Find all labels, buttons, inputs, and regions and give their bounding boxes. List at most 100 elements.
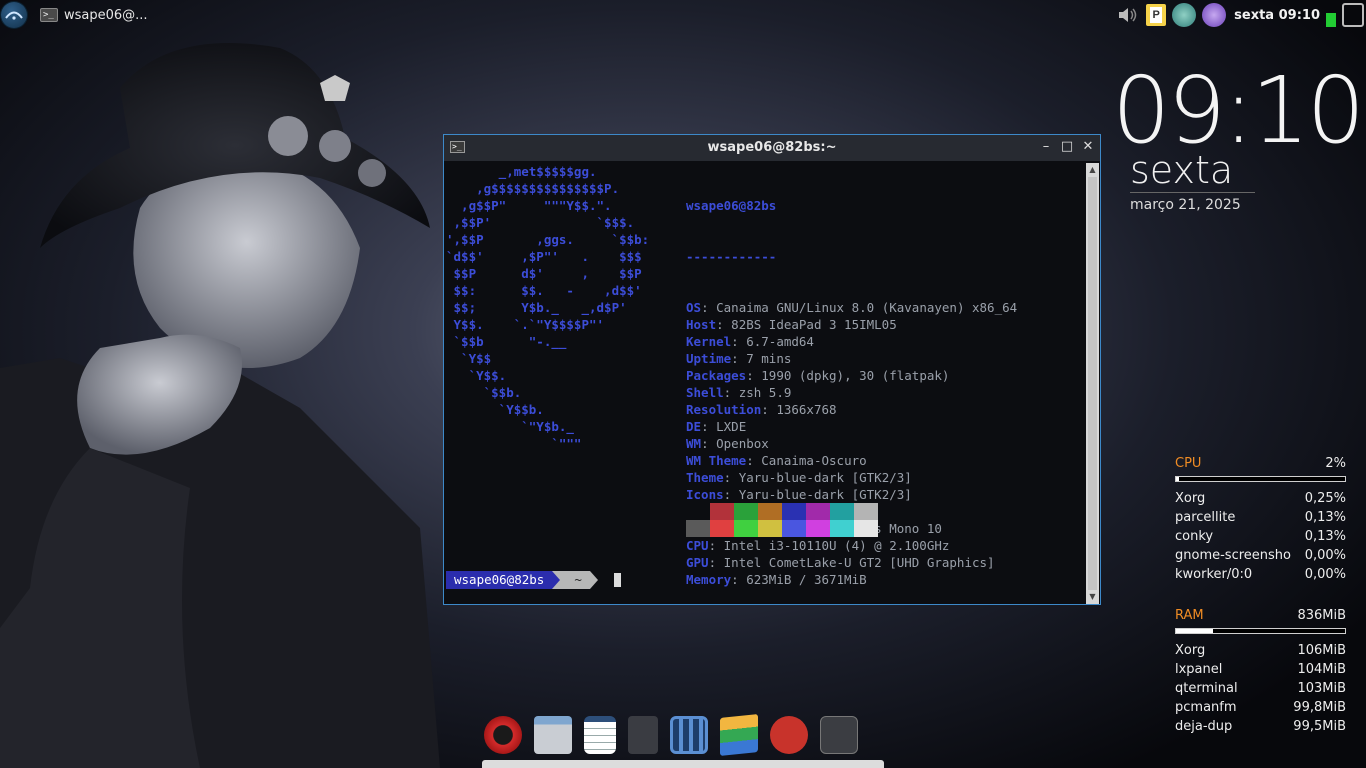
- color-swatch: [686, 503, 710, 520]
- file-manager-icon[interactable]: [534, 716, 572, 754]
- info-row: Packages: 1990 (dpkg), 30 (flatpak): [686, 368, 950, 383]
- logo-line: `Y$$b.: [446, 402, 544, 417]
- process-value: 106MiB: [1297, 643, 1346, 658]
- process-row: kworker/0:0 0,00%: [1175, 565, 1346, 584]
- prompt-dir: ~: [560, 571, 590, 589]
- color-swatch: [830, 520, 854, 537]
- wallpaper-figure: [0, 43, 440, 768]
- distro-logo-ascii: _,met$$$$$gg. ,g$$$$$$$$$$$$$$$P. ,g$$P"…: [446, 163, 649, 452]
- logo-line: ',$$P ,ggs. `$$b:: [446, 232, 650, 247]
- system-tray: P sexta 09:10: [1116, 0, 1366, 30]
- info-value: LXDE: [716, 419, 747, 434]
- info-row: WM: Openbox: [686, 436, 769, 451]
- show-desktop-button[interactable]: [1342, 3, 1364, 27]
- screenshot-icon[interactable]: [628, 716, 658, 754]
- desktop-clock-date: março 21, 2025: [1130, 197, 1241, 213]
- dock-shelf: [482, 760, 884, 768]
- close-button[interactable]: ✕: [1079, 138, 1097, 156]
- terminal-window[interactable]: >_ wsape06@82bs:~ – □ ✕ _,met$$$$$gg. ,g…: [443, 134, 1101, 605]
- clipboard-icon[interactable]: P: [1146, 4, 1167, 26]
- info-value: Yaru-blue-dark [GTK2/3]: [738, 487, 912, 502]
- info-key: GPU: [686, 555, 709, 570]
- info-key: Packages: [686, 368, 747, 383]
- process-value: 0,25%: [1304, 491, 1346, 506]
- info-row: Uptime: 7 mins: [686, 351, 792, 366]
- logo-line: `d$$' ,$P"' . $$$: [446, 249, 642, 264]
- process-name: kworker/0:0: [1175, 567, 1253, 582]
- scroll-down-icon[interactable]: ▼: [1086, 590, 1099, 604]
- color-swatch: [758, 520, 782, 537]
- logo-line: $$; Y$b._ _,d$P': [446, 300, 627, 315]
- calculator-icon[interactable]: [670, 716, 708, 754]
- info-row: WM Theme: Canaima-Oscuro: [686, 453, 867, 468]
- info-row: Shell: zsh 5.9: [686, 385, 792, 400]
- info-row: Icons: Yaru-blue-dark [GTK2/3]: [686, 487, 912, 502]
- process-name: deja-dup: [1175, 719, 1233, 734]
- process-value: 0,13%: [1304, 529, 1346, 544]
- info-row: Kernel: 6.7-amd64: [686, 334, 814, 349]
- process-name: Xorg: [1175, 643, 1206, 658]
- terminal-icon: >_: [40, 8, 58, 22]
- minimize-button[interactable]: –: [1037, 138, 1055, 156]
- process-value: 0,00%: [1304, 567, 1346, 582]
- settings-icon[interactable]: [1202, 3, 1227, 27]
- battery-indicator[interactable]: [1326, 13, 1336, 27]
- cpu-bar-fill: [1176, 477, 1180, 481]
- process-row: deja-dup 99,5MiB: [1175, 717, 1346, 736]
- scrollbar[interactable]: ▲ ▼: [1086, 163, 1099, 604]
- info-value: 1366x768: [776, 402, 837, 417]
- shell-prompt[interactable]: wsape06@82bs ~: [446, 571, 621, 589]
- info-key: Host: [686, 317, 717, 332]
- process-name: gnome-screensho: [1175, 548, 1291, 563]
- info-value: 82BS IdeaPad 3 15IML05: [731, 317, 897, 332]
- process-row: lxpanel 104MiB: [1175, 660, 1346, 679]
- process-name: Xorg: [1175, 491, 1206, 506]
- text-editor-icon[interactable]: [584, 716, 616, 754]
- panel-clock[interactable]: sexta 09:10: [1234, 8, 1320, 23]
- info-row: CPU: Intel i3-10110U (4) @ 2.100GHz: [686, 538, 950, 553]
- system-info: wsape06@82bs ------------ OS: Canaima GN…: [686, 163, 1017, 622]
- color-swatch: [854, 520, 878, 537]
- process-name: conky: [1175, 529, 1214, 544]
- cpu-value: 2%: [1325, 456, 1346, 471]
- info-row: Theme: Yaru-blue-dark [GTK2/3]: [686, 470, 912, 485]
- info-key: WM Theme: [686, 453, 747, 468]
- layers-icon[interactable]: [720, 714, 758, 756]
- browser-icon[interactable]: [484, 716, 522, 754]
- window-titlebar[interactable]: >_ wsape06@82bs:~ – □ ✕: [444, 135, 1100, 161]
- volume-icon[interactable]: [1116, 3, 1140, 27]
- taskbar-item-terminal[interactable]: >_ wsape06@...: [40, 5, 148, 25]
- scroll-up-icon[interactable]: ▲: [1086, 163, 1099, 177]
- process-row: Xorg 106MiB: [1175, 641, 1346, 660]
- process-name: lxpanel: [1175, 662, 1223, 677]
- logo-line: `$$b "-.__: [446, 334, 567, 349]
- maximize-button[interactable]: □: [1058, 138, 1076, 156]
- scroll-track[interactable]: [1088, 177, 1097, 590]
- top-panel: >_ wsape06@... P sexta 09:10: [0, 0, 1366, 30]
- cpu-bar: [1175, 476, 1346, 482]
- color-swatch: [734, 520, 758, 537]
- terminal-icon[interactable]: [820, 716, 858, 754]
- info-key: Theme: [686, 470, 724, 485]
- color-swatch: [854, 503, 878, 520]
- info-value: 623MiB / 3671MiB: [746, 572, 867, 587]
- info-value: Canaima GNU/Linux 8.0 (Kavanayen) x86_64: [716, 300, 1018, 315]
- prompt-user: wsape06@82bs: [446, 571, 553, 589]
- separator: ------------: [686, 249, 777, 264]
- process-name: parcellite: [1175, 510, 1236, 525]
- info-key: Uptime: [686, 351, 732, 366]
- logo-line: $$P d$' , $$P: [446, 266, 642, 281]
- logo-line: ,$$P' `$$$.: [446, 215, 635, 230]
- info-key: OS: [686, 300, 702, 315]
- color-swatch: [734, 503, 758, 520]
- conky-cpu: CPU 2% Xorg 0,25% parcellite 0,13% conky 0,13%…: [1175, 456, 1346, 584]
- ram-bar: [1175, 628, 1346, 634]
- info-key: Resolution: [686, 402, 762, 417]
- terminal-content[interactable]: _,met$$$$$gg. ,g$$$$$$$$$$$$$$$P. ,g$$P"…: [446, 163, 1084, 603]
- process-value: 99,5MiB: [1293, 719, 1346, 734]
- color-swatches: [686, 503, 878, 537]
- conky-ram: RAM 836MiB Xorg 106MiB lxpanel 104MiB qtermin…: [1175, 608, 1346, 736]
- font-icon[interactable]: [770, 716, 808, 754]
- network-icon[interactable]: [1172, 3, 1197, 27]
- app-menu-button[interactable]: [1, 2, 27, 28]
